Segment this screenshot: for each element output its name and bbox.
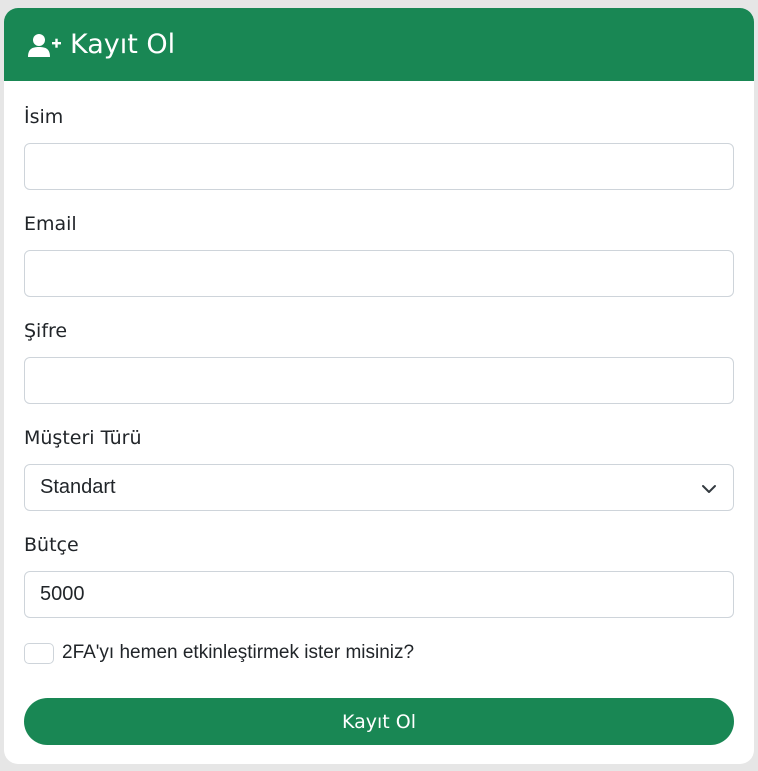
password-input[interactable]: [24, 357, 734, 404]
name-input[interactable]: [24, 143, 734, 190]
email-label: Email: [24, 213, 77, 235]
password-label: Şifre: [24, 320, 68, 342]
register-card: Kayıt Ol İsim Email Şifre Müşteri Türü S…: [4, 8, 754, 764]
user-plus-icon: [28, 31, 62, 59]
customer-type-label: Müşteri Türü: [24, 427, 142, 449]
card-header: Kayıt Ol: [4, 8, 754, 81]
email-input[interactable]: [24, 250, 734, 297]
twofa-row: 2FA'yı hemen etkinleştirmek ister misini…: [24, 642, 414, 664]
name-label: İsim: [24, 106, 64, 128]
customer-type-select[interactable]: Standart: [24, 464, 734, 511]
budget-input[interactable]: 5000: [24, 571, 734, 618]
customer-type-selected-value: Standart: [40, 476, 116, 498]
twofa-checkbox[interactable]: [24, 642, 54, 664]
register-button[interactable]: Kayıt Ol: [24, 698, 734, 745]
page-title: Kayıt Ol: [70, 29, 176, 60]
chevron-down-icon: [701, 480, 717, 496]
budget-label: Bütçe: [24, 534, 79, 556]
twofa-label: 2FA'yı hemen etkinleştirmek ister misini…: [62, 642, 415, 663]
